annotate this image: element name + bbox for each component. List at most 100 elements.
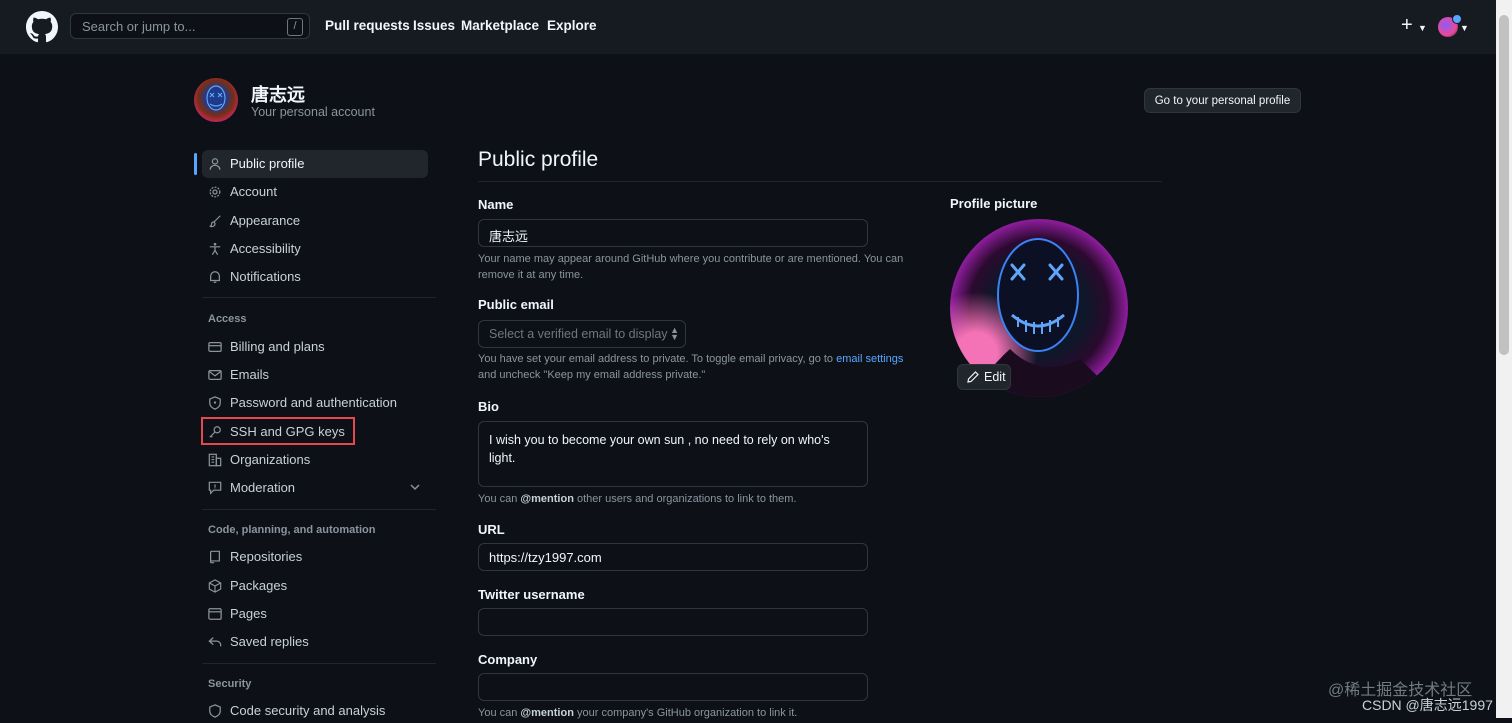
search-placeholder: Search or jump to... [82,19,196,34]
edit-label: Edit [984,370,1006,384]
name-field[interactable]: 唐志远 [478,219,868,247]
annotation-highlight-box [201,417,355,445]
sidebar-item-notifications[interactable]: Notifications [208,265,428,289]
github-logo-icon[interactable] [26,11,58,43]
sidebar-item-label: Moderation [230,480,296,495]
accessibility-icon [209,242,221,256]
email-note-text-end: and uncheck "Keep my email address priva… [478,369,706,381]
nav-marketplace[interactable]: Marketplace [461,18,539,33]
profile-picture-label: Profile picture [950,196,1038,211]
sidebar-item-label: Appearance [230,213,301,228]
nav-explore[interactable]: Explore [547,18,597,33]
sidebar-item-label: Code security and analysis [230,703,386,718]
sidebar-item-label: Repositories [230,549,303,564]
edit-profile-picture-button[interactable]: Edit [957,364,1011,390]
nav-pull-requests[interactable]: Pull requests [325,18,410,33]
account-avatar[interactable] [194,78,238,122]
gear-icon [209,186,221,198]
sidebar-active-indicator [194,153,197,175]
sidebar-item-label: Pages [230,606,267,621]
sidebar-item-password[interactable]: Password and authentication [208,391,428,415]
bio-label: Bio [478,399,499,414]
sidebar-item-label: Password and authentication [230,395,397,410]
sidebar-item-public-profile[interactable]: Public profile [208,152,428,176]
watermark-csdn: CSDN @唐志远1997 [1362,697,1493,713]
title-divider [478,181,1162,182]
email-settings-link[interactable]: email settings [836,353,903,365]
url-field[interactable]: https://tzy1997.com [478,543,868,571]
paintbrush-icon [209,215,221,228]
sidebar-item-accessibility[interactable]: Accessibility [208,237,428,261]
page-title: Public profile [478,148,599,171]
bio-note-mention: @mention [520,493,574,505]
account-name: 唐志远 [251,85,305,105]
search-shortcut-key: / [287,18,303,36]
sidebar-item-account[interactable]: Account [208,180,428,204]
name-note: Your name may appear around GitHub where… [478,253,904,281]
top-navigation-bar: Search or jump to... / Pull requests Iss… [0,0,1496,54]
sidebar-item-pages[interactable]: Pages [208,602,428,626]
chevron-down-icon[interactable] [410,482,420,492]
scrollbar-thumb[interactable] [1499,15,1509,355]
company-label: Company [478,652,538,667]
repo-icon [210,550,220,564]
public-email-placeholder: Select a verified email to display [489,327,668,341]
shield-lock-icon [209,396,221,410]
sidebar-item-organizations[interactable]: Organizations [208,448,428,472]
sidebar-item-packages[interactable]: Packages [208,574,428,598]
bio-note: You can @mention other users and organiz… [478,491,908,507]
sidebar-item-label: Organizations [230,452,311,467]
sidebar-item-saved-replies[interactable]: Saved replies [208,630,428,654]
name-label: Name [478,197,514,212]
company-field[interactable] [478,673,868,701]
sidebar-divider [202,509,436,510]
sidebar-item-label: Notifications [230,269,301,284]
nav-issues[interactable]: Issues [413,18,455,33]
sidebar-divider [202,663,436,664]
sidebar-heading-code: Code, planning, and automation [208,524,376,536]
url-label: URL [478,522,505,537]
avatar-dropdown-caret-icon[interactable]: ▼ [1460,23,1469,33]
bell-icon [210,271,220,283]
bio-textarea[interactable]: I wish you to become your own sun , no n… [478,421,868,487]
search-input[interactable]: Search or jump to... / [70,13,310,39]
mask-avatar-image [206,85,226,111]
sidebar-divider [202,297,436,298]
mail-icon [208,370,222,380]
sidebar-heading-security: Security [208,678,252,690]
company-note-text: You can [478,707,521,719]
public-email-select[interactable]: Select a verified email to display ▲ ▼ [478,320,686,348]
reply-icon [208,637,222,647]
select-arrows-icon: ▲ ▼ [670,325,679,342]
company-note-mention: @mention [520,707,574,719]
twitter-field[interactable] [478,608,868,636]
twitter-label: Twitter username [478,587,585,602]
sidebar-item-label: Emails [230,367,270,382]
sidebar-item-label: Saved replies [230,634,309,649]
sidebar-item-code-security[interactable]: Code security and analysis [208,699,428,723]
shield-icon [209,704,221,718]
sidebar-item-moderation[interactable]: Moderation [208,476,428,500]
sidebar-item-appearance[interactable]: Appearance [208,209,428,233]
page-scrollbar[interactable] [1496,0,1512,718]
email-note-text: You have set your email address to priva… [478,353,837,365]
sidebar-item-label: Packages [230,578,288,593]
organization-icon [208,453,222,467]
browser-icon [208,608,222,620]
sidebar-item-repositories[interactable]: Repositories [208,545,428,569]
create-dropdown-caret-icon[interactable]: ▼ [1418,23,1427,33]
create-new-plus-icon[interactable]: + [1401,14,1413,37]
sidebar-item-billing[interactable]: Billing and plans [208,335,428,359]
sidebar-item-emails[interactable]: Emails [208,363,428,387]
sidebar-item-label: Billing and plans [230,339,325,354]
public-email-label: Public email [478,297,554,312]
package-icon [208,579,222,593]
sidebar-heading-access: Access [208,313,247,325]
sidebar-item-label: Account [230,184,277,199]
go-to-personal-profile-button[interactable]: Go to your personal profile [1144,88,1301,113]
report-icon [208,481,222,495]
sidebar-item-label: Accessibility [230,241,301,256]
account-subtitle: Your personal account [251,105,375,119]
pencil-icon [967,371,979,383]
company-note: You can @mention your company's GitHub o… [478,705,908,721]
